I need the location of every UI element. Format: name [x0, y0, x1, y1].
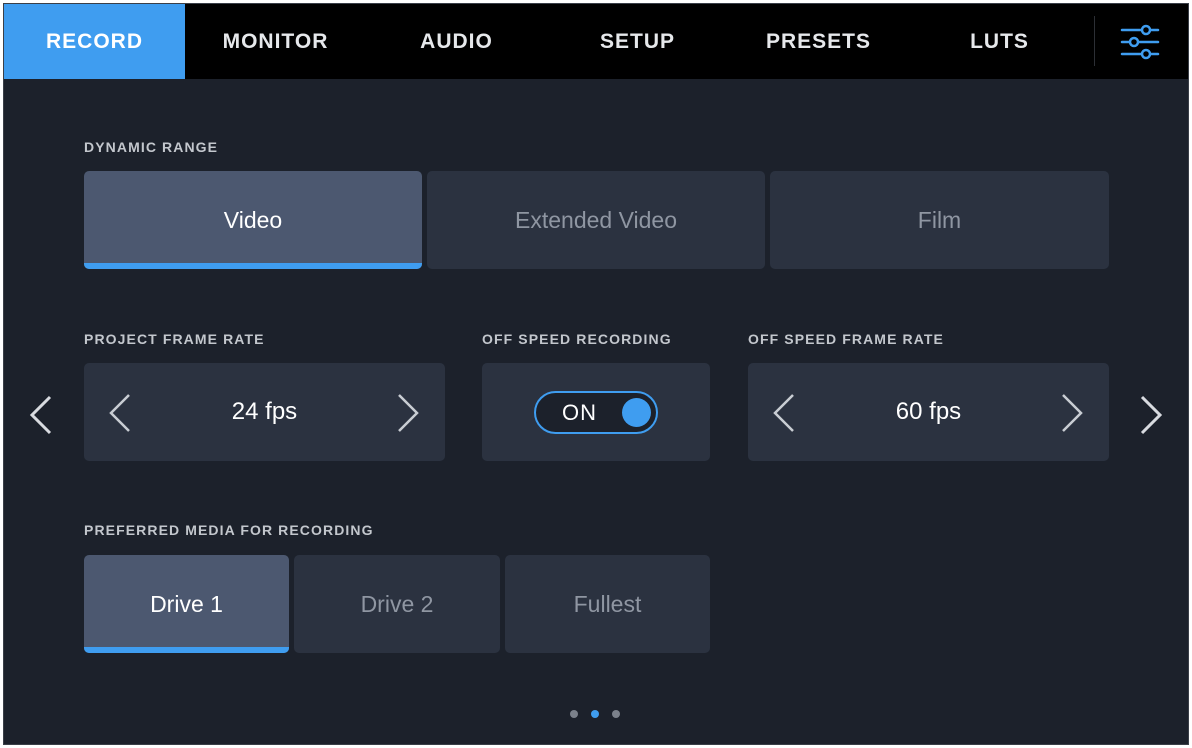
- preferred-media-label: PREFERRED MEDIA FOR RECORDING: [84, 522, 374, 538]
- dynamic-range-label: DYNAMIC RANGE: [84, 139, 219, 155]
- tab-presets[interactable]: PRESETS: [728, 4, 909, 79]
- page-dot-1[interactable]: [570, 710, 578, 718]
- toggle-state-label: ON: [562, 400, 597, 425]
- media-fullest-label: Fullest: [573, 590, 642, 617]
- media-drive-1-button[interactable]: Drive 1: [84, 555, 289, 653]
- chevron-left-icon[interactable]: [772, 393, 796, 433]
- page-dot-3[interactable]: [612, 710, 620, 718]
- selected-indicator: [84, 263, 422, 269]
- page-indicator: [570, 710, 620, 718]
- off-speed-recording-card: ON: [482, 363, 710, 461]
- chevron-left-icon[interactable]: [108, 393, 132, 433]
- off-speed-recording-label: OFF SPEED RECORDING: [482, 331, 672, 347]
- tab-divider: [1094, 16, 1095, 66]
- chevron-right-icon[interactable]: [1060, 393, 1084, 433]
- selected-indicator: [84, 647, 289, 653]
- previous-page-icon[interactable]: [28, 394, 54, 436]
- project-frame-rate-stepper: 24 fps: [84, 363, 445, 461]
- chevron-right-icon[interactable]: [396, 393, 420, 433]
- project-frame-rate-value: 24 fps: [231, 398, 298, 425]
- project-frame-rate-label: PROJECT FRAME RATE: [84, 331, 265, 347]
- page-dot-2[interactable]: [591, 710, 599, 718]
- dynamic-range-film-label: Film: [917, 206, 962, 233]
- media-drive-2-button[interactable]: Drive 2: [294, 555, 500, 653]
- off-speed-recording-toggle[interactable]: ON: [534, 391, 658, 434]
- tab-monitor[interactable]: MONITOR: [185, 4, 366, 79]
- record-settings-screen: RECORD MONITOR AUDIO SETUP PRESETS LUTS …: [3, 3, 1189, 745]
- off-speed-frame-rate-stepper: 60 fps: [748, 363, 1109, 461]
- sliders-icon: [1120, 24, 1160, 60]
- tab-record[interactable]: RECORD: [4, 4, 185, 79]
- dynamic-range-extended-video-label: Extended Video: [515, 206, 677, 233]
- settings-menu-button[interactable]: [1114, 18, 1166, 66]
- media-drive-2-label: Drive 2: [360, 590, 434, 617]
- dynamic-range-video-button[interactable]: Video: [84, 171, 422, 269]
- toggle-knob: [622, 398, 651, 427]
- dynamic-range-film-button[interactable]: Film: [770, 171, 1109, 269]
- tab-luts[interactable]: LUTS: [909, 4, 1090, 79]
- next-page-icon[interactable]: [1138, 394, 1164, 436]
- off-speed-frame-rate-label: OFF SPEED FRAME RATE: [748, 331, 944, 347]
- dynamic-range-extended-video-button[interactable]: Extended Video: [427, 171, 765, 269]
- tab-audio[interactable]: AUDIO: [366, 4, 547, 79]
- off-speed-frame-rate-value: 60 fps: [895, 398, 962, 425]
- dynamic-range-video-label: Video: [223, 206, 283, 233]
- media-drive-1-label: Drive 1: [150, 590, 223, 617]
- tab-bar: RECORD MONITOR AUDIO SETUP PRESETS LUTS: [4, 4, 1188, 79]
- media-fullest-button[interactable]: Fullest: [505, 555, 710, 653]
- tab-setup[interactable]: SETUP: [547, 4, 728, 79]
